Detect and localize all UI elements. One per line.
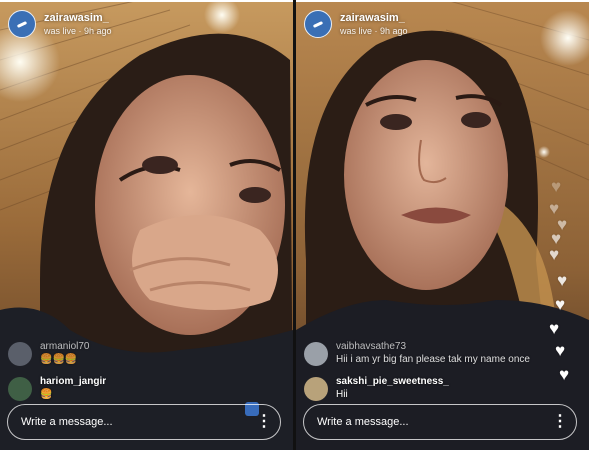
- heart-icon: ♥: [557, 271, 568, 290]
- commenter-avatar[interactable]: [8, 341, 32, 366]
- live-status: was live · 9h ago: [44, 25, 112, 36]
- comment-username[interactable]: sakshi_pie_sweetness_: [336, 376, 449, 388]
- comment-username[interactable]: armaniol70: [40, 341, 89, 353]
- comment-item: vaibhavsathe73 Hii i am yr big fan pleas…: [304, 341, 530, 366]
- more-options-icon[interactable]: ⋮: [254, 414, 274, 430]
- message-placeholder: Write a message...: [21, 416, 113, 428]
- message-placeholder: Write a message...: [317, 416, 409, 428]
- more-options-icon[interactable]: ⋮: [550, 414, 570, 430]
- live-video-panel-1: zairawasim_ was live · 9h ago armaniol70…: [0, 0, 293, 450]
- heart-icon: ♥: [555, 341, 566, 360]
- live-video-panel-2: zairawasim_ was live · 9h ago vaibhavsat…: [296, 0, 589, 450]
- heart-icon: ♥: [551, 177, 562, 196]
- heart-icon: ♥: [555, 295, 566, 314]
- comment-username[interactable]: vaibhavsathe73: [336, 341, 530, 353]
- live-header: zairawasim_ was live · 9h ago: [8, 10, 112, 38]
- account-avatar-icon[interactable]: [8, 10, 36, 38]
- heart-icon: ♥: [559, 365, 570, 384]
- story-progress-bar: [296, 0, 589, 2]
- comment-item: armaniol70 🍔🍔🍔: [8, 341, 89, 366]
- comment-username[interactable]: hariom_jangir: [40, 376, 106, 388]
- heart-icon: ♥: [549, 319, 560, 338]
- comment-item: sakshi_pie_sweetness_ Hii: [304, 376, 449, 401]
- heart-icon: ♥: [549, 245, 560, 264]
- comment-item: hariom_jangir 🍔: [8, 376, 106, 401]
- message-input[interactable]: Write a message... ⋮: [7, 404, 281, 440]
- progress-segment: [296, 0, 589, 2]
- live-header: zairawasim_ was live · 9h ago: [304, 10, 408, 38]
- commenter-avatar[interactable]: [304, 376, 328, 401]
- comment-text: 🍔: [40, 389, 53, 400]
- comment-text: 🍔🍔🍔: [40, 354, 78, 365]
- progress-segment: [0, 0, 293, 2]
- floating-hearts: ♥ ♥ ♥ ♥ ♥ ♥ ♥ ♥ ♥ ♥: [549, 178, 579, 398]
- live-status: was live · 9h ago: [340, 25, 408, 36]
- account-avatar-icon[interactable]: [304, 10, 332, 38]
- live-replay-collage: zairawasim_ was live · 9h ago armaniol70…: [0, 0, 589, 450]
- comment-text: Hii i am yr big fan please tak my name o…: [336, 354, 530, 365]
- story-progress-bar: [0, 0, 293, 2]
- comment-text: Hii: [336, 389, 348, 400]
- message-input[interactable]: Write a message... ⋮: [303, 404, 577, 440]
- commenter-avatar[interactable]: [304, 341, 328, 366]
- username[interactable]: zairawasim_: [340, 12, 408, 25]
- commenter-avatar[interactable]: [8, 376, 32, 401]
- username[interactable]: zairawasim_: [44, 12, 112, 25]
